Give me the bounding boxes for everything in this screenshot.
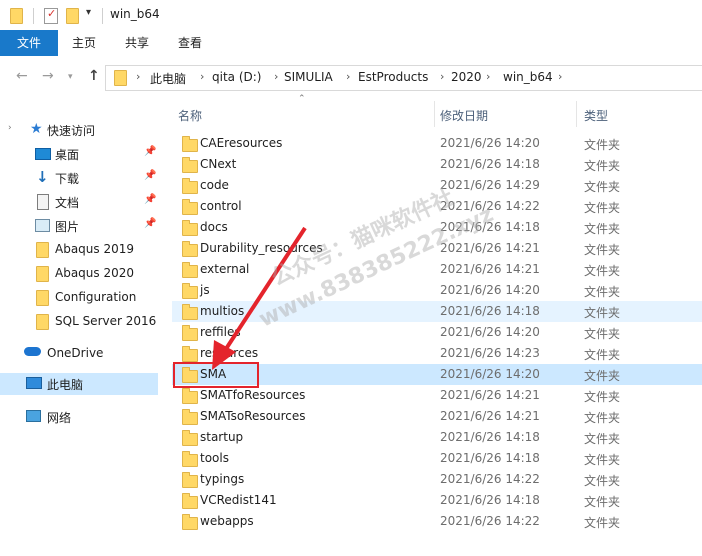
annotation-arrow — [212, 226, 307, 370]
